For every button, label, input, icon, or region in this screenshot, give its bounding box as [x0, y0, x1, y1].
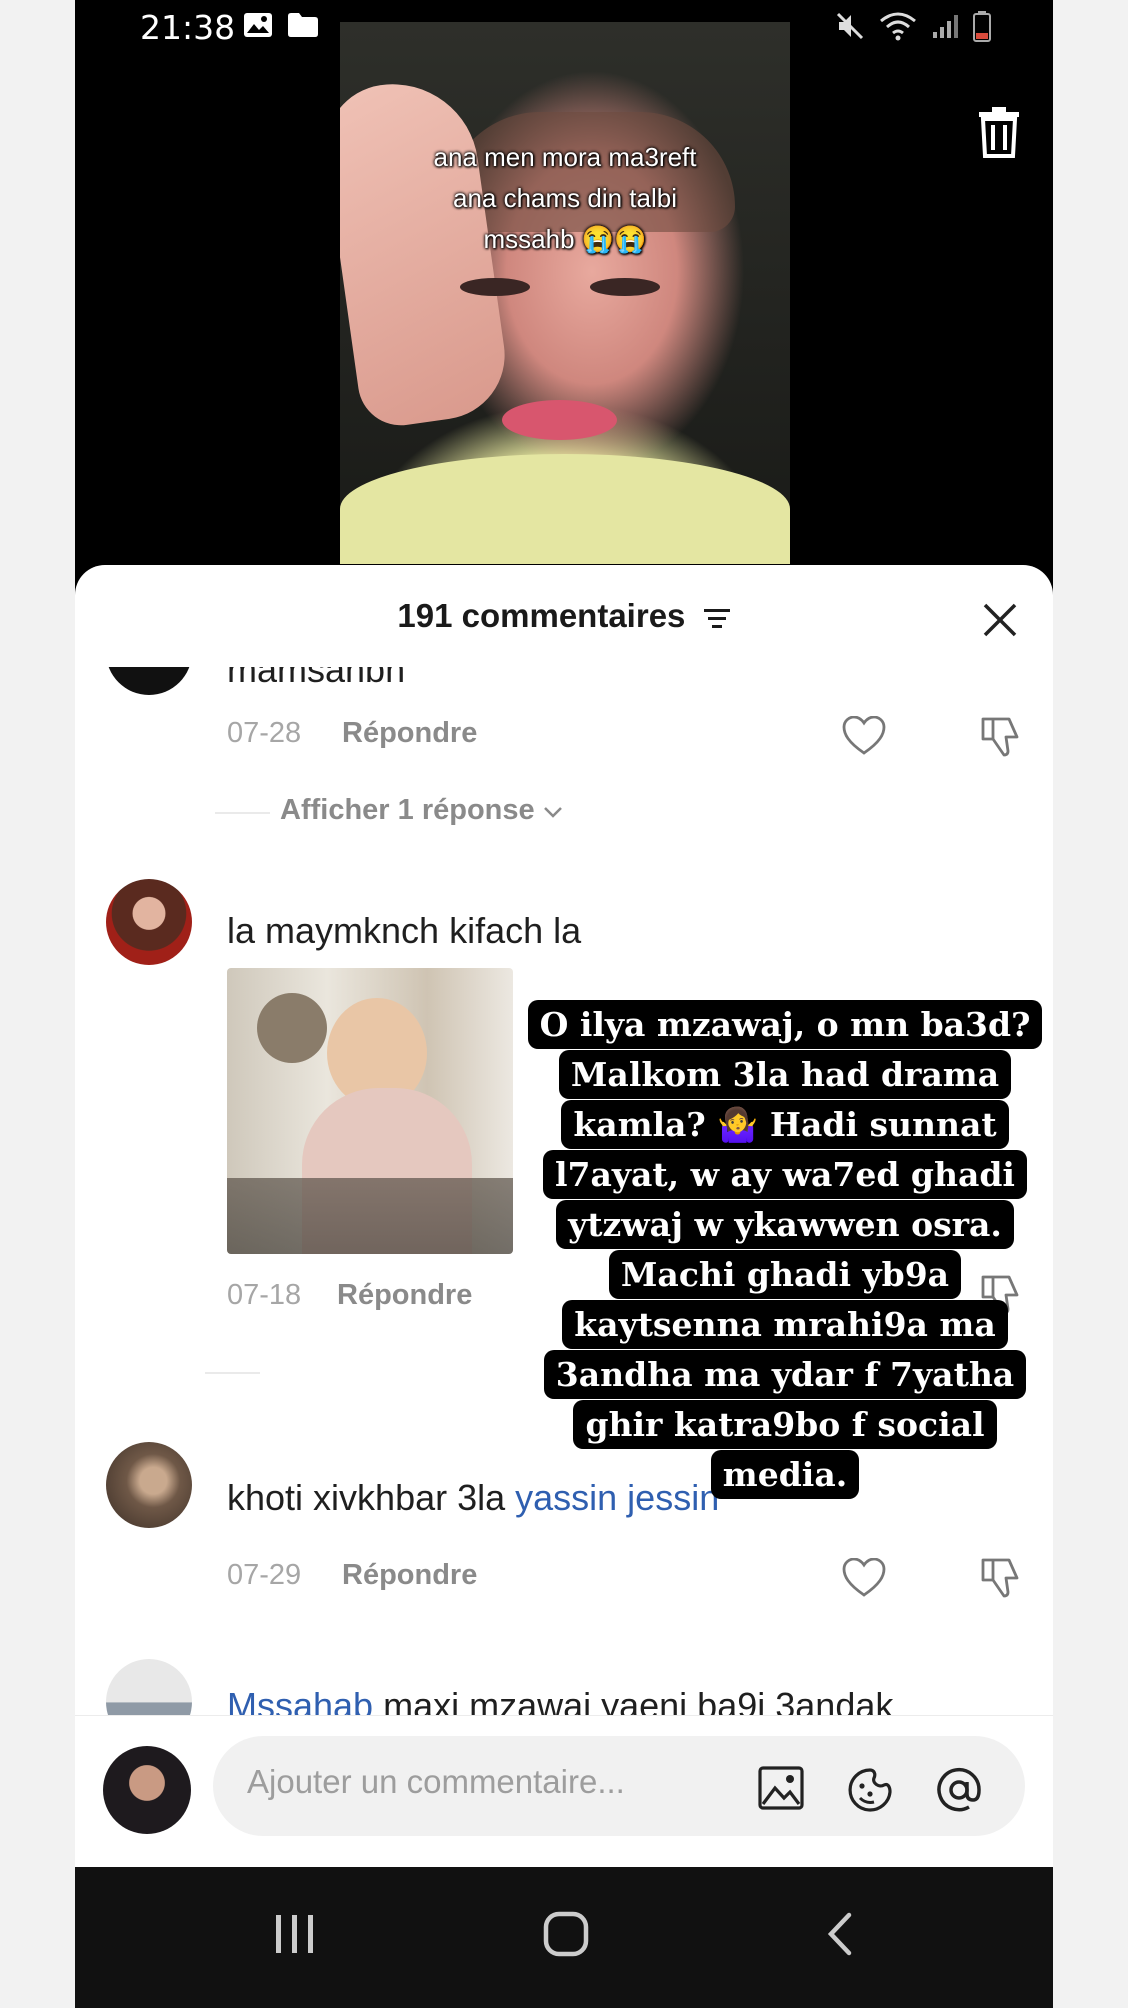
heart-icon[interactable] — [842, 1557, 886, 1598]
heart-icon[interactable] — [842, 715, 886, 756]
comment-composer — [75, 1715, 1053, 1867]
home-icon[interactable] — [543, 1911, 589, 1962]
video-eye-right — [590, 278, 660, 296]
gallery-icon — [243, 12, 273, 43]
comment-text-body: maxi mzawaj yaeni ba9i 3andak — [373, 1685, 894, 1715]
avatar[interactable] — [106, 1442, 192, 1528]
comments-header: 191 commentaires — [75, 597, 1053, 637]
wifi-icon — [879, 11, 917, 46]
show-replies-label: Afficher 1 réponse — [280, 794, 535, 826]
comment-text: mamsahbh — [227, 667, 406, 690]
story-text-overlay: O ilya mzawaj, o mn ba3d? Malkom 3la had… — [515, 1000, 1053, 1500]
close-icon[interactable] — [980, 600, 1020, 640]
reply-button[interactable]: Répondre — [342, 717, 477, 750]
system-nav-bar — [75, 1867, 1053, 2008]
caption-line: mssahb 😭😭 — [483, 224, 647, 254]
overlay-line: kaytsenna mrahi9a ma — [574, 1305, 996, 1344]
caption-line: ana men mora ma3reft — [433, 142, 697, 172]
reply-button[interactable]: Répondre — [342, 1559, 477, 1592]
battery-icon — [973, 10, 991, 47]
avatar[interactable] — [106, 1659, 192, 1715]
status-icons — [835, 10, 991, 47]
comment-date: 07-29 — [227, 1559, 302, 1591]
comment-text-body: khoti xivkhbar 3la — [227, 1477, 516, 1518]
dislike-icon[interactable] — [979, 1556, 1023, 1600]
reply-button[interactable]: Répondre — [337, 1279, 472, 1312]
avatar[interactable] — [106, 879, 192, 965]
overlay-line: Malkom 3la had drama — [570, 1055, 1000, 1094]
comment-date: 07-28 — [227, 717, 302, 749]
mention-at-icon[interactable] — [935, 1766, 983, 1819]
caption-line: ana chams din talbi — [452, 183, 678, 213]
overlay-line: l7ayat, w ay wa7ed ghadi — [555, 1155, 1015, 1194]
signal-icon — [931, 12, 959, 45]
gif-object — [257, 993, 327, 1063]
folder-icon — [287, 12, 319, 43]
overlay-line: O ilya mzawaj, o mn ba3d? — [539, 1005, 1031, 1044]
chevron-down-icon — [543, 807, 562, 818]
overlay-line: Machi ghadi yb9a — [620, 1255, 950, 1294]
comment-username[interactable]: Mssahab — [227, 1685, 373, 1715]
video-player[interactable]: ana men mora ma3reft ana chams din talbi… — [340, 22, 790, 564]
overlay-line: media. — [722, 1455, 848, 1494]
emoji-sticker-icon[interactable] — [846, 1766, 894, 1819]
comments-count: 191 commentaires — [397, 597, 686, 634]
show-replies-button[interactable]: Afficher 1 réponse — [280, 794, 563, 827]
comment-input-pill[interactable] — [213, 1736, 1025, 1836]
phone-screen: 21:38 ana men mora ma3reft ana chams din… — [75, 0, 1053, 2008]
video-shirt — [340, 454, 790, 564]
overlay-text-block: O ilya mzawaj, o mn ba3d? Malkom 3la had… — [527, 1000, 1043, 1499]
avatar[interactable] — [106, 667, 192, 695]
video-caption: ana men mora ma3reft ana chams din talbi… — [340, 137, 790, 260]
comment-text: Mssahab maxi mzawaj yaeni ba9i 3andak — [227, 1685, 893, 1715]
trash-icon[interactable] — [977, 106, 1021, 163]
mute-icon — [835, 11, 865, 46]
dislike-icon[interactable] — [979, 715, 1023, 759]
video-mouth — [502, 400, 617, 440]
overlay-line: kamla? 🤷‍♀️ Hadi sunnat — [573, 1105, 997, 1144]
image-icon[interactable] — [758, 1766, 804, 1815]
divider — [205, 1372, 260, 1374]
sort-icon[interactable] — [703, 599, 731, 637]
status-time: 21:38 — [140, 8, 236, 47]
comment-gif-crying-child[interactable] — [227, 968, 513, 1254]
divider — [215, 812, 270, 814]
comment-input[interactable] — [245, 1762, 699, 1802]
back-icon[interactable] — [825, 1911, 855, 1962]
my-avatar[interactable] — [103, 1746, 191, 1834]
comment-date: 07-18 — [227, 1279, 302, 1311]
gif-floor — [227, 1178, 513, 1254]
video-eye-left — [460, 278, 530, 296]
comment-text: la maymknch kifach la — [227, 910, 582, 951]
overlay-line: ytzwaj w ykawwen osra. — [568, 1205, 1002, 1244]
recent-apps-icon[interactable] — [273, 1911, 317, 1962]
overlay-line: 3andha ma ydar f 7yatha — [555, 1355, 1015, 1394]
overlay-line: ghir katra9bo f social — [585, 1405, 985, 1444]
